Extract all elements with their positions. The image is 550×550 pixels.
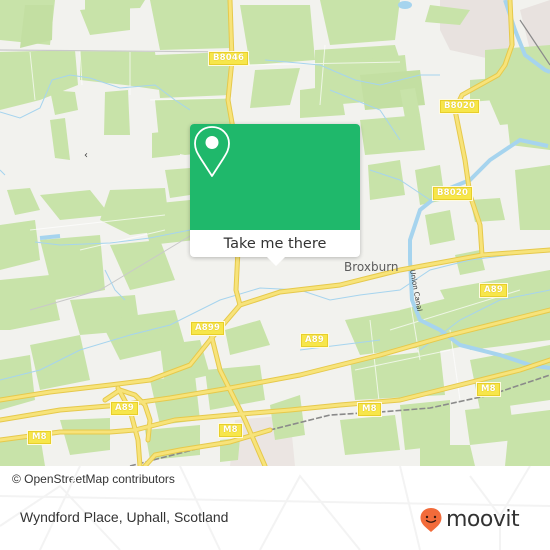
- popup-header: [190, 124, 360, 230]
- pond: [39, 234, 61, 240]
- landmark-icon: ‹: [84, 150, 88, 161]
- location-name: Wyndford Place, Uphall, Scotland: [20, 509, 229, 525]
- road-label-m8: M8: [27, 430, 52, 445]
- location-pin-icon: [194, 126, 230, 177]
- road-label-b8020: B8020: [438, 99, 481, 114]
- take-me-there-button[interactable]: Take me there: [190, 230, 360, 257]
- road-label-m8: M8: [357, 402, 382, 417]
- destination-popup: Take me there: [190, 124, 360, 257]
- road-label-a89: A89: [109, 401, 140, 416]
- road-label-a89: A89: [478, 283, 509, 298]
- road-label-a89: A89: [299, 333, 330, 348]
- road-label-b8046: B8046: [207, 51, 250, 66]
- moovit-brand[interactable]: moovit: [419, 507, 520, 533]
- road-label-m8: M8: [476, 382, 501, 397]
- road-label-m8: M8: [218, 423, 243, 438]
- pond: [398, 1, 412, 9]
- popup-pointer: [267, 257, 285, 266]
- moovit-wordmark: moovit: [446, 507, 520, 532]
- road-label-a899: A899: [189, 321, 226, 336]
- map-view[interactable]: ‹ B8046 B8020 B8020 A89 A899 A89 A89 M8 …: [0, 0, 550, 466]
- moovit-logo-icon: [420, 508, 442, 532]
- road-label-b8020: B8020: [431, 186, 474, 201]
- place-label-broxburn: Broxburn: [344, 260, 399, 274]
